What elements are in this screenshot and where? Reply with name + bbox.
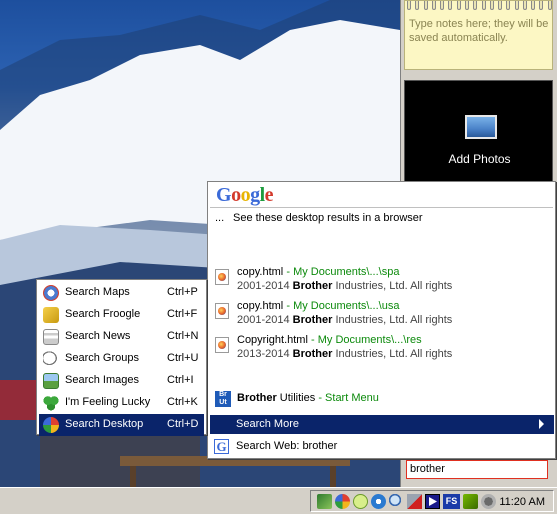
photos-panel[interactable]: Add Photos [404, 80, 553, 182]
network-icon[interactable] [317, 494, 332, 509]
media-player-icon[interactable] [425, 494, 440, 509]
fs-icon[interactable]: FS [443, 494, 460, 509]
search-more-item[interactable]: Search More [210, 415, 554, 434]
notes-placeholder: Type notes here; they will be saved auto… [409, 18, 549, 44]
google-desktop-icon [43, 417, 59, 433]
photo-icon [465, 115, 497, 139]
brother-utilities-icon: Br Ut [215, 391, 231, 407]
news-icon [43, 329, 59, 345]
menu-item-search-froogle[interactable]: Search Froogle Ctrl+F [39, 304, 204, 326]
notepad-rings [405, 1, 554, 11]
nvidia-icon[interactable] [463, 494, 478, 509]
google-results-popup: Google ... See these desktop results in a… [207, 181, 556, 459]
connection-icon[interactable] [371, 494, 386, 509]
divider [210, 207, 553, 208]
scratch-pad-notes[interactable]: Type notes here; they will be saved auto… [404, 0, 553, 70]
firefox-document-icon [215, 269, 229, 285]
firefox-document-icon [215, 337, 229, 353]
search-more-submenu: Search Maps Ctrl+P Search Froogle Ctrl+F… [36, 279, 207, 436]
taskbar: FS 11:20 AM [0, 487, 557, 514]
groups-icon [43, 351, 59, 367]
browser-results-link[interactable]: ... See these desktop results in a browse… [215, 212, 423, 224]
sidebar-search-input[interactable]: brother [406, 460, 548, 479]
google-logo: Google [216, 184, 274, 206]
clover-icon [43, 395, 59, 411]
speaker-icon[interactable] [481, 494, 496, 509]
images-icon [43, 373, 59, 389]
security-icon[interactable] [407, 494, 422, 509]
google-g-icon: G [214, 439, 229, 454]
menu-item-search-desktop[interactable]: Search Desktop Ctrl+D [39, 414, 204, 436]
google-desktop-icon[interactable] [335, 494, 350, 509]
chat-icon[interactable] [353, 494, 368, 509]
system-tray: FS 11:20 AM [310, 490, 554, 512]
maps-icon [43, 285, 59, 301]
firefox-document-icon [215, 303, 229, 319]
menu-item-search-groups[interactable]: Search Groups Ctrl+U [39, 348, 204, 370]
menu-item-search-news[interactable]: Search News Ctrl+N [39, 326, 204, 348]
menu-item-search-maps[interactable]: Search Maps Ctrl+P [39, 282, 204, 304]
menu-item-feeling-lucky[interactable]: I'm Feeling Lucky Ctrl+K [39, 392, 204, 414]
menu-item-search-images[interactable]: Search Images Ctrl+I [39, 370, 204, 392]
submenu-arrow-icon [539, 419, 544, 429]
search-icon[interactable] [389, 494, 404, 509]
clock[interactable]: 11:20 AM [499, 496, 545, 508]
search-web-item[interactable]: G Search Web: brother [210, 437, 554, 457]
froogle-icon [43, 307, 59, 323]
add-photos-label: Add Photos [448, 152, 511, 166]
